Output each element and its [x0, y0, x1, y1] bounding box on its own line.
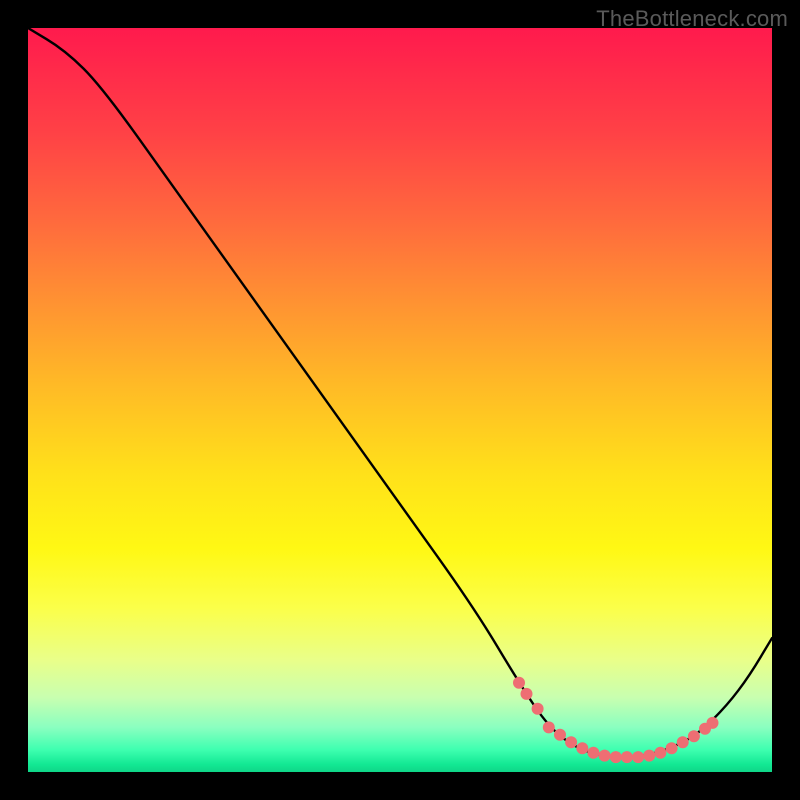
highlight-dot	[677, 736, 689, 748]
highlight-dot	[643, 750, 655, 762]
highlight-dot	[532, 703, 544, 715]
highlight-dot	[521, 688, 533, 700]
highlight-dot	[621, 751, 633, 763]
highlight-dot	[666, 742, 678, 754]
highlight-dot	[610, 751, 622, 763]
highlight-dot	[565, 736, 577, 748]
highlight-dot	[654, 747, 666, 759]
highlight-dot	[554, 729, 566, 741]
watermark-text: TheBottleneck.com	[596, 6, 788, 32]
highlight-dot	[688, 730, 700, 742]
highlight-dot	[587, 747, 599, 759]
plot-area	[28, 28, 772, 772]
curve-path	[28, 28, 772, 757]
highlight-dot	[632, 751, 644, 763]
highlight-dot	[576, 742, 588, 754]
chart-svg	[28, 28, 772, 772]
highlight-dot	[513, 677, 525, 689]
highlight-dot	[707, 717, 719, 729]
highlight-dot	[543, 721, 555, 733]
highlight-dot	[599, 750, 611, 762]
